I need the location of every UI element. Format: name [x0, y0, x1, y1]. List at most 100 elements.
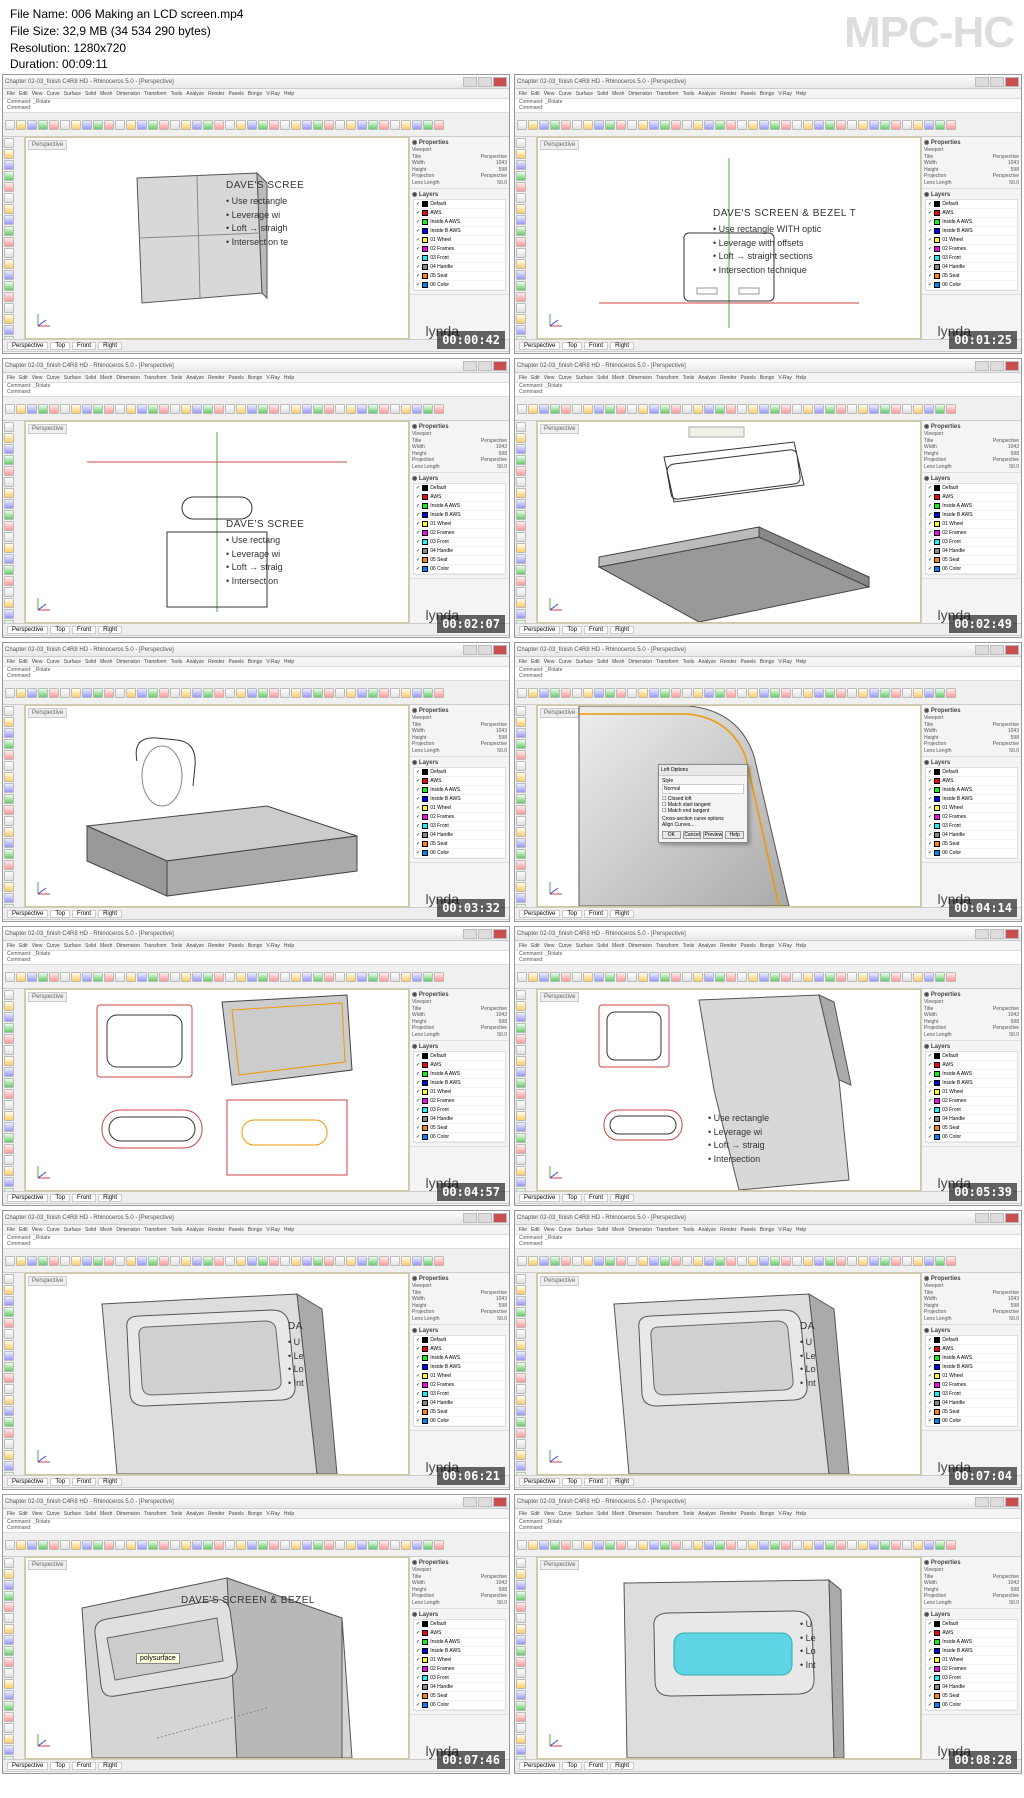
- tool-icon[interactable]: [346, 972, 356, 982]
- viewport-tab[interactable]: Perspective: [7, 1478, 48, 1486]
- menu-item[interactable]: V-Ray: [778, 1511, 792, 1517]
- tool-icon[interactable]: [891, 972, 901, 982]
- viewport-tab[interactable]: Right: [98, 1194, 122, 1202]
- menu-item[interactable]: Edit: [531, 1511, 540, 1517]
- tool-icon[interactable]: [258, 1256, 268, 1266]
- tool-icon[interactable]: [335, 120, 345, 130]
- maximize-icon[interactable]: [478, 77, 492, 87]
- tool-icon[interactable]: [60, 972, 70, 982]
- layer-row[interactable]: ✓04 Handle: [414, 1399, 505, 1408]
- tool-icon[interactable]: [715, 1540, 725, 1550]
- layer-row[interactable]: ✓Inside B AWS: [414, 1079, 505, 1088]
- tool-icon[interactable]: [4, 281, 14, 291]
- layer-row[interactable]: ✓Inside B AWS: [926, 795, 1017, 804]
- tool-icon[interactable]: [516, 1274, 526, 1284]
- tool-icon[interactable]: [4, 1296, 14, 1306]
- layer-row[interactable]: ✓01 Wheel: [414, 1088, 505, 1097]
- tool-icon[interactable]: [159, 120, 169, 130]
- tool-icon[interactable]: [516, 1100, 526, 1110]
- viewport-perspective[interactable]: PerspectiveDAVE'S SCREEN & BEZEL TUse re…: [537, 137, 921, 339]
- menu-item[interactable]: Transform: [656, 375, 679, 381]
- tool-icon[interactable]: [638, 1256, 648, 1266]
- layer-row[interactable]: ✓Inside A AWS: [926, 1354, 1017, 1363]
- tool-icon[interactable]: [913, 1256, 923, 1266]
- tool-icon[interactable]: [423, 1256, 433, 1266]
- command-bar[interactable]: Command: _RotateCommand:: [515, 1235, 1021, 1249]
- tool-icon[interactable]: [550, 1256, 560, 1266]
- tool-icon[interactable]: [4, 990, 14, 1000]
- viewport-tab[interactable]: Front: [584, 1478, 608, 1486]
- tool-icon[interactable]: [803, 404, 813, 414]
- tool-icon[interactable]: [181, 1540, 191, 1550]
- tool-icon[interactable]: [4, 728, 14, 738]
- tool-icon[interactable]: [516, 1591, 526, 1601]
- tool-icon[interactable]: [869, 1540, 879, 1550]
- cancel-button[interactable]: Cancel: [683, 831, 702, 839]
- tool-icon[interactable]: [137, 404, 147, 414]
- tool-icon[interactable]: [516, 1558, 526, 1568]
- close-icon[interactable]: [493, 1213, 507, 1223]
- tool-icon[interactable]: [16, 120, 26, 130]
- menu-item[interactable]: Help: [796, 375, 806, 381]
- layer-row[interactable]: ✓06 Color: [414, 849, 505, 858]
- tool-icon[interactable]: [759, 972, 769, 982]
- tool-icon[interactable]: [516, 871, 526, 881]
- tool-icon[interactable]: [627, 404, 637, 414]
- layer-row[interactable]: ✓04 Handle: [414, 547, 505, 556]
- viewport-tab[interactable]: Front: [72, 910, 96, 918]
- menu-item[interactable]: Mesh: [612, 1227, 624, 1233]
- tool-icon[interactable]: [379, 688, 389, 698]
- menu-item[interactable]: Help: [796, 91, 806, 97]
- menu-item[interactable]: Solid: [85, 91, 96, 97]
- tool-icon[interactable]: [869, 1256, 879, 1266]
- tool-icon[interactable]: [4, 1351, 14, 1361]
- menu-item[interactable]: Edit: [19, 1511, 28, 1517]
- tool-icon[interactable]: [38, 1256, 48, 1266]
- layer-row[interactable]: ✓05 Seat: [926, 1408, 1017, 1417]
- tool-icon[interactable]: [605, 404, 615, 414]
- tool-icon[interactable]: [858, 1540, 868, 1550]
- tool-icon[interactable]: [4, 499, 14, 509]
- minimize-icon[interactable]: [463, 77, 477, 87]
- tool-icon[interactable]: [49, 972, 59, 982]
- tool-icon[interactable]: [4, 750, 14, 760]
- menu-item[interactable]: Edit: [19, 659, 28, 665]
- tool-icon[interactable]: [539, 1256, 549, 1266]
- tool-icon[interactable]: [4, 1285, 14, 1295]
- menu-item[interactable]: Curve: [558, 1227, 571, 1233]
- tool-icon[interactable]: [4, 444, 14, 454]
- tool-icon[interactable]: [803, 1540, 813, 1550]
- close-icon[interactable]: [1005, 929, 1019, 939]
- tool-icon[interactable]: [561, 688, 571, 698]
- tool-icon[interactable]: [5, 1540, 15, 1550]
- thumbnail[interactable]: Chapter 02-03_finish C4R8 HD - Rhinocero…: [2, 1210, 510, 1490]
- tool-icon[interactable]: [71, 972, 81, 982]
- tool-icon[interactable]: [423, 688, 433, 698]
- tool-icon[interactable]: [682, 1540, 692, 1550]
- layer-row[interactable]: ✓06 Color: [926, 1701, 1017, 1710]
- tool-icon[interactable]: [247, 1256, 257, 1266]
- command-bar[interactable]: Command: _RotateCommand:: [3, 1235, 509, 1249]
- tool-icon[interactable]: [825, 1256, 835, 1266]
- tool-icon[interactable]: [682, 1256, 692, 1266]
- tool-icon[interactable]: [280, 120, 290, 130]
- tool-icon[interactable]: [4, 325, 14, 335]
- tool-icon[interactable]: [847, 120, 857, 130]
- menu-item[interactable]: Transform: [144, 659, 167, 665]
- tool-icon[interactable]: [192, 1540, 202, 1550]
- tool-icon[interactable]: [516, 1362, 526, 1372]
- tool-icon[interactable]: [104, 404, 114, 414]
- tool-icon[interactable]: [671, 1540, 681, 1550]
- menu-item[interactable]: Panels: [741, 91, 756, 97]
- tool-icon[interactable]: [516, 171, 526, 181]
- tool-icon[interactable]: [203, 1256, 213, 1266]
- tool-icon[interactable]: [737, 1540, 747, 1550]
- tool-icon[interactable]: [5, 972, 15, 982]
- tool-icon[interactable]: [516, 620, 526, 623]
- tool-icon[interactable]: [4, 1012, 14, 1022]
- tool-icon[interactable]: [115, 120, 125, 130]
- layer-row[interactable]: ✓03 Front: [926, 1106, 1017, 1115]
- tool-icon[interactable]: [269, 972, 279, 982]
- menu-item[interactable]: Analyze: [186, 91, 204, 97]
- tool-icon[interactable]: [159, 404, 169, 414]
